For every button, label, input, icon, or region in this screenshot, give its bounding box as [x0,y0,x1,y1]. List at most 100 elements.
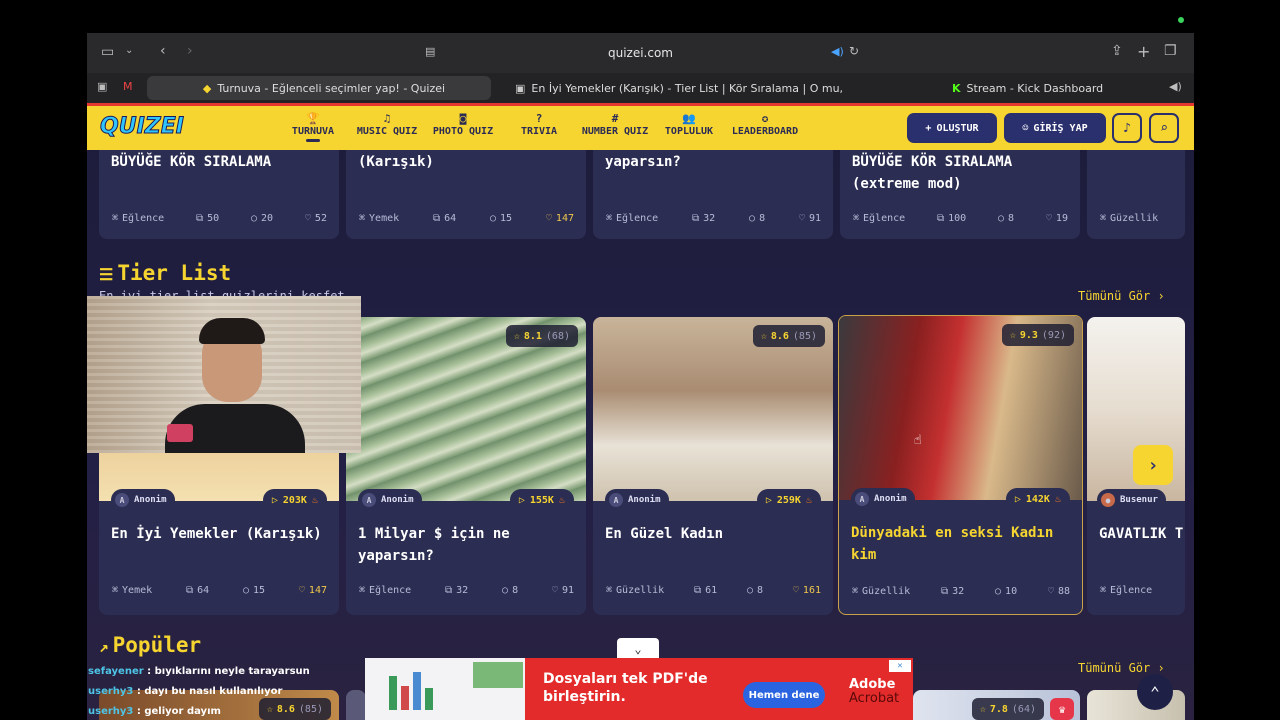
likes-value: 19 [1055,213,1068,224]
avatar: A [855,492,869,506]
chevron-down-icon[interactable]: ⌄ [125,45,133,56]
category: ⌘ Eğlence [853,213,905,224]
section-title-text: Tier List [117,261,232,285]
chat-user: sefayener [88,666,144,677]
like-count[interactable]: ♡ 19 [1046,213,1068,224]
rating-badge: ☆ 9.3 (92) [1001,324,1074,346]
comments-value: 10 [1005,586,1018,597]
create-button[interactable]: + OLUŞTUR [907,113,997,143]
comments-value: 8 [1008,213,1015,224]
login-button[interactable]: ☺ GİRİŞ YAP [1004,113,1106,143]
quizei-logo[interactable]: QUIZEI [100,114,185,140]
gmail-icon[interactable]: M [123,80,133,93]
ad-headline: Dosyaları tek PDF'de birleştirin. [543,671,708,705]
ad-collapse-button[interactable]: ⌄ [617,638,659,660]
like-count[interactable]: ♡ 161 [793,585,821,596]
carousel-next-button[interactable]: › [1133,445,1173,485]
nav-trivia[interactable]: ? TRIVIA [515,112,563,146]
scroll-to-top-button[interactable]: ⌃ [1137,674,1173,710]
card-title: BÜYÜĞE KÖR SIRALAMA (extreme mod) [852,154,1013,192]
speaker-icon[interactable]: ◀) [1169,80,1182,93]
bell-icon: ♪ [1123,120,1131,136]
share-icon[interactable]: ⇪ [1111,43,1123,59]
like-count[interactable]: ♡ 52 [305,213,327,224]
fire-icon: ♨ [805,494,812,506]
stack-icon: ⧉ [432,213,441,224]
quizei-favicon-icon: ▣ [515,81,526,95]
stream-chat: sefayener : bıyıklarını neyle tarayarsun… [88,662,310,720]
like-count[interactable]: ♡ 147 [546,213,574,224]
tab-tier-list[interactable]: ▣ En İyi Yemekler (Karışık) - Tier List … [505,76,845,100]
tab-label: Stream - Kick Dashboard [966,81,1104,95]
comment-icon: ○ [502,585,509,596]
reload-icon[interactable]: ↻ [849,44,859,58]
nav-topluluk[interactable]: 👥 TOPLULUK [658,112,720,146]
address-bar[interactable]: quizei.com [417,41,864,65]
chevron-right-icon: › [1147,454,1159,476]
popular-card[interactable]: ☆ 7.8 (64) ♛ [913,690,1080,720]
back-icon[interactable]: ‹ [160,43,166,59]
author-name: Anonim [381,495,414,505]
tier-card[interactable]: ☆ 8.6 (85) A Anonim ▷ 259K ♨ En Güzel Kadın ⌘… [593,317,833,615]
notification-button[interactable]: ♪ [1112,113,1142,143]
chat-message: dayı bu nasıl kullanılıyor [144,686,283,697]
tier-card-hovered[interactable]: ☆ 9.3 (92) A Anonim ▷ 142K ♨ Dünyadaki en sek… [838,315,1083,615]
comment-icon: ○ [251,213,258,224]
like-count[interactable]: ♡ 147 [299,585,327,596]
tab-kick[interactable]: K Stream - Kick Dashboard [942,76,1162,100]
adobe-ad-banner[interactable]: Dosyaları tek PDF'de birleştirin. Hemen … [365,658,913,720]
play-count: ▷ 259K ♨ [756,489,821,511]
nav-label: MUSIC QUIZ [356,126,418,137]
like-count[interactable]: ♡ 88 [1048,586,1070,597]
comments-value: 20 [261,213,274,224]
nav-label: LEADERBOARD [731,126,799,137]
ad-close-icon[interactable]: ✕ [889,660,911,672]
comment-count: ○ 15 [490,213,512,224]
items-count: ⧉ 100 [937,213,966,224]
category-label: Eğlence [369,585,412,596]
audio-icon[interactable]: ◀) [831,45,844,58]
star-icon: ☆ [1009,329,1016,341]
likes-value: 91 [561,585,574,596]
tier-card[interactable]: ☆ 8.1 (68) A Anonim ▷ 155K ♨ 1 Milyar $ için … [346,317,586,615]
forward-icon[interactable]: › [187,43,193,59]
users-icon: 👥 [682,112,696,125]
nav-number-quiz[interactable]: # NUMBER QUIZ [577,112,653,146]
likes-value: 88 [1057,586,1070,597]
play-icon: ▷ [1014,493,1021,505]
tag-icon: ⌘ [112,213,119,224]
items-value: 100 [948,213,967,224]
like-count[interactable]: ♡ 91 [799,213,821,224]
nav-leaderboard[interactable]: ✪ LEADERBOARD [727,112,803,146]
items-count: ⧉ 32 [692,213,715,224]
tabs-overview-icon[interactable]: ❐ [1164,43,1177,59]
search-button[interactable]: ⌕ [1149,113,1179,143]
nav-music-quiz[interactable]: ♫ MUSIC QUIZ [353,112,421,146]
nav-photo-quiz[interactable]: ◙ PHOTO QUIZ [429,112,497,146]
category-label: Yemek [369,213,400,224]
likes-value: 147 [555,213,574,224]
card-meta: ⌘ Güzellik ⧉ 32 ○ 10 ♡ 88 [852,586,1070,597]
question-icon: ? [535,112,543,125]
ad-cta-button[interactable]: Hemen dene [743,682,825,708]
webcam-overlay [87,296,361,453]
nav-turnuva[interactable]: 🏆 TURNUVA [289,112,337,146]
plays-value: 203K [282,494,307,506]
popular-card[interactable] [346,690,366,720]
see-all-tier-list[interactable]: Tümünü Gör › [1078,289,1165,303]
new-tab-icon[interactable]: + [1137,42,1150,61]
fire-icon: ♨ [311,494,318,506]
comment-icon: ○ [242,585,250,596]
see-all-popular[interactable]: Tümünü Gör › [1078,661,1165,675]
site-header: QUIZEI 🏆 TURNUVA ♫ MUSIC QUIZ ◙ PHOTO QU… [87,103,1194,150]
card-title: Dünyadaki en seksi Kadın kim [851,525,1054,563]
bookmark-icon[interactable]: ▣ [97,80,107,93]
mouse-cursor-icon: ☝ [914,433,922,448]
heart-icon: ♡ [298,585,305,596]
like-count[interactable]: ♡ 91 [552,585,574,596]
category: ⌘ Güzellik [1100,213,1158,224]
author-badge: A Anonim [358,489,422,511]
tab-turnuva[interactable]: ◆ Turnuva - Eğlenceli seçimler yap! - Qu… [147,76,491,100]
sidebar-toggle-icon[interactable]: ▭ [101,44,114,60]
items-count: ⧉ 50 [196,213,219,224]
